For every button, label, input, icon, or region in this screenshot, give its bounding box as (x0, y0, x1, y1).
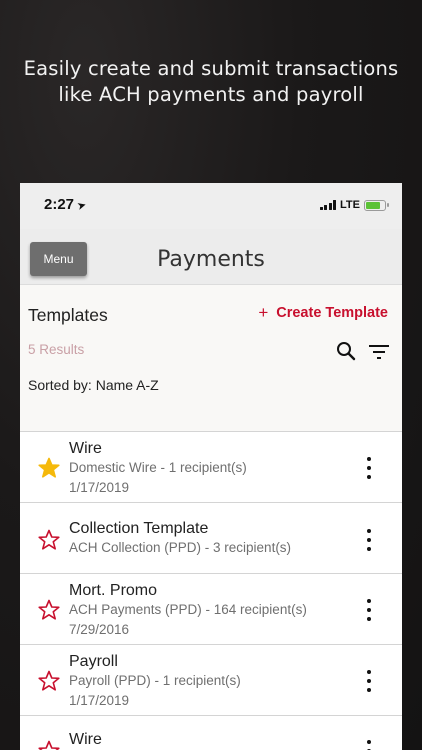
location-arrow-icon: ➤ (75, 198, 88, 213)
template-row[interactable]: Wire Domestic Wire - 1 recipient(s) 1/17/2… (20, 432, 402, 503)
more-options-icon[interactable] (366, 529, 372, 551)
template-date: 7/29/2016 (69, 622, 130, 637)
template-name: Wire (69, 731, 102, 748)
template-name: Mort. Promo (69, 582, 158, 599)
template-detail: ACH Collection (PPD) - 3 recipient(s) (69, 540, 292, 555)
more-options-icon[interactable] (366, 457, 372, 479)
template-row[interactable]: Collection Template ACH Collection (PPD) … (20, 503, 402, 574)
sort-label: Sorted by: Name A-Z (28, 377, 159, 393)
results-count: 5 Results (28, 342, 85, 357)
template-name: Payroll (69, 653, 118, 670)
template-detail: Payroll (PPD) - 1 recipient(s) (69, 673, 241, 688)
more-options-icon[interactable] (366, 670, 372, 692)
nav-bar: Menu Payments (20, 229, 402, 285)
star-outline-icon[interactable] (38, 670, 60, 692)
template-detail: Domestic Wire - 1 recipient(s) (69, 460, 247, 475)
section-title: Templates (28, 305, 108, 325)
signal-icon (319, 200, 337, 210)
plus-icon: + (258, 303, 269, 322)
template-detail: ACH Payments (PPD) - 164 recipient(s) (69, 602, 307, 617)
page-title: Payments (157, 247, 265, 272)
template-name: Collection Template (69, 520, 209, 537)
more-options-icon[interactable] (366, 599, 372, 621)
star-outline-icon[interactable] (38, 529, 60, 551)
template-date: 1/17/2019 (69, 693, 130, 708)
search-icon[interactable] (336, 341, 356, 361)
star-outline-icon[interactable] (38, 740, 60, 750)
network-type: LTE (340, 199, 360, 211)
template-row[interactable]: Wire (20, 716, 402, 750)
status-indicators: LTE (319, 199, 389, 211)
promo-line-2: like ACH payments and payroll (58, 83, 364, 106)
promo-line-1: Easily create and submit transactions (23, 57, 399, 80)
star-filled-icon[interactable] (38, 457, 60, 479)
star-outline-icon[interactable] (38, 599, 60, 621)
status-time: 2:27 ➤ (44, 196, 88, 213)
more-options-icon[interactable] (366, 740, 372, 750)
battery-icon (364, 199, 389, 211)
battery-level (366, 201, 380, 209)
template-list: Wire Domestic Wire - 1 recipient(s) 1/17/2… (20, 431, 402, 750)
create-template-button[interactable]: + Create Template (258, 303, 388, 323)
phone-screen: 2:27 ➤ LTE Menu Payments Templates + Crea… (20, 183, 402, 750)
templates-header: Templates + Create Template 5 Results So… (20, 285, 402, 431)
template-date: 1/17/2019 (69, 480, 130, 495)
filter-icon[interactable] (368, 343, 390, 361)
template-name: Wire (69, 440, 102, 457)
create-template-label: Create Template (276, 305, 388, 321)
template-row[interactable]: Mort. Promo ACH Payments (PPD) - 164 reci… (20, 574, 402, 645)
promo-caption: Easily create and submit transactions li… (0, 56, 422, 108)
status-bar: 2:27 ➤ LTE (20, 183, 402, 229)
template-row[interactable]: Payroll Payroll (PPD) - 1 recipient(s) 1/1… (20, 645, 402, 716)
